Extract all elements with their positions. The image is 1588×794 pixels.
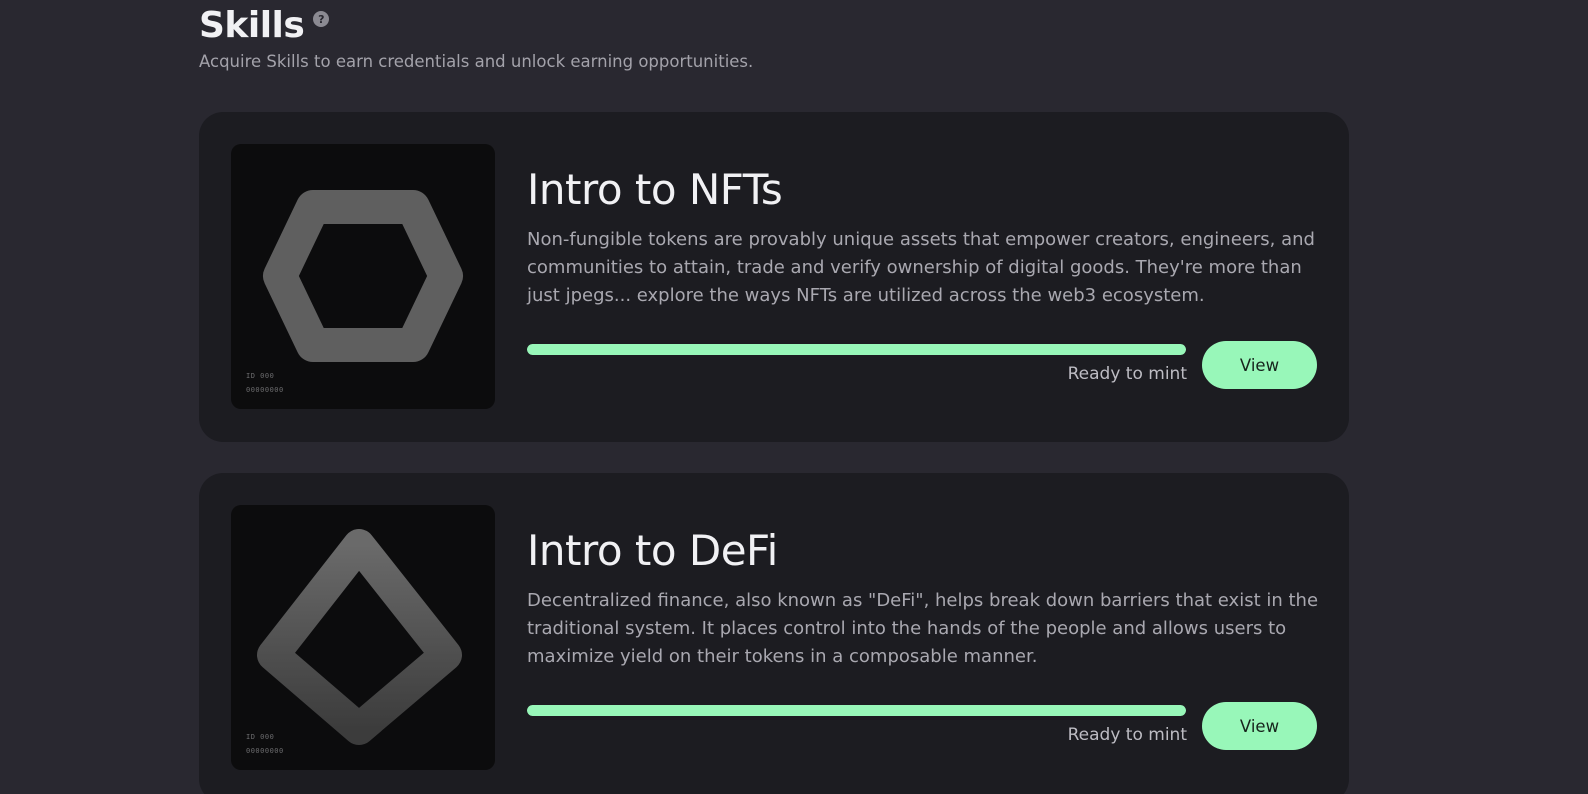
- thumbnail-id-label: ID 000: [246, 372, 275, 380]
- thumbnail-id-number: 00000000: [246, 747, 284, 755]
- skill-description: Non-fungible tokens are provably unique …: [527, 229, 1315, 306]
- skill-progress-fill: [527, 705, 1186, 716]
- hexagon-icon: [263, 190, 463, 362]
- help-icon[interactable]: ?: [313, 11, 330, 27]
- diamond-split-icon: [257, 529, 462, 745]
- thumbnail-id-label: ID 000: [246, 733, 275, 741]
- skill-thumbnail: ID 000 00000000: [231, 144, 495, 409]
- skill-card-nfts: ID 000 00000000 Intro to NFTs Non-fungib…: [199, 112, 1349, 442]
- skill-status: Ready to mint: [1067, 364, 1187, 384]
- skill-progress-fill: [527, 344, 1186, 355]
- page-title: Skills: [199, 5, 305, 46]
- skill-thumbnail: ID 000 00000000: [231, 505, 495, 770]
- skills-page: Skills ? Acquire Skills to earn credenti…: [0, 0, 1588, 794]
- thumbnail-id-number: 00000000: [246, 386, 284, 394]
- skill-status: Ready to mint: [1067, 725, 1187, 745]
- skill-description: Decentralized finance, also known as "De…: [527, 590, 1319, 667]
- skill-card-defi: ID 000 00000000 Intro to DeFi Decentrali…: [199, 473, 1349, 794]
- title-row: Skills ?: [199, 4, 753, 48]
- skill-content: Intro to DeFi Decentralized finance, als…: [527, 523, 1327, 671]
- skill-content: Intro to NFTs Non-fungible tokens are pr…: [527, 162, 1327, 310]
- skill-title: Intro to DeFi: [527, 526, 778, 575]
- skill-progress-bar: [527, 705, 1186, 716]
- view-button[interactable]: View: [1202, 341, 1317, 389]
- page-subtitle: Acquire Skills to earn credentials and u…: [199, 52, 754, 71]
- skills-header: Skills ? Acquire Skills to earn credenti…: [199, 4, 753, 71]
- skill-title: Intro to NFTs: [527, 165, 783, 214]
- skill-progress-bar: [527, 344, 1186, 355]
- view-button[interactable]: View: [1202, 702, 1317, 750]
